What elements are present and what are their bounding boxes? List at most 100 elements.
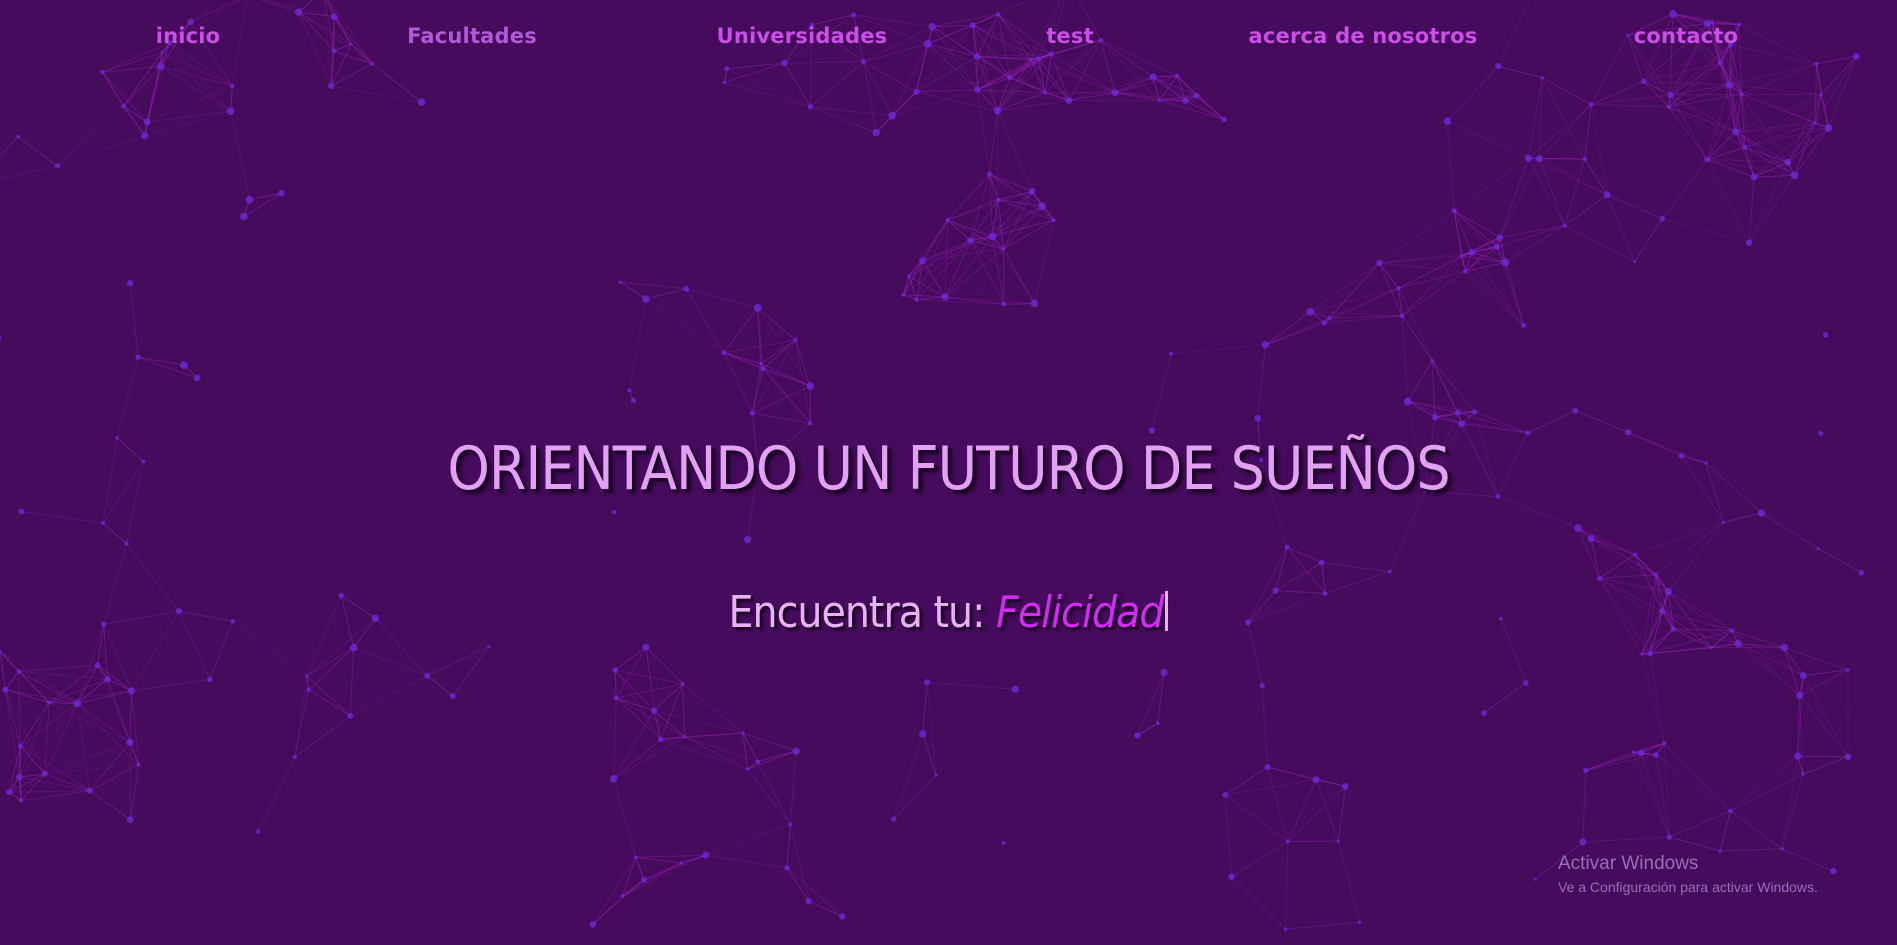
network-line xyxy=(306,617,376,677)
network-node xyxy=(589,921,596,928)
network-line xyxy=(0,165,58,180)
network-node xyxy=(1624,429,1632,436)
network-node xyxy=(1796,691,1804,699)
network-node xyxy=(839,913,846,920)
network-line xyxy=(645,647,662,740)
network-node xyxy=(612,510,617,515)
network-line xyxy=(660,732,744,740)
network-node xyxy=(901,292,906,297)
network-node xyxy=(941,293,949,301)
network-line xyxy=(1329,262,1380,319)
network-line xyxy=(89,790,131,821)
network-line xyxy=(21,511,104,524)
network-line xyxy=(681,854,706,864)
network-node xyxy=(1816,547,1820,551)
network-node xyxy=(1632,552,1637,557)
network-line xyxy=(1527,104,1592,159)
network-node xyxy=(1312,776,1320,783)
network-node xyxy=(306,687,311,692)
network-node xyxy=(633,855,638,860)
network-node xyxy=(124,541,129,546)
network-line xyxy=(614,646,647,671)
network-line xyxy=(1669,810,1731,838)
network-line xyxy=(144,110,231,137)
network-node xyxy=(754,463,762,470)
network-line xyxy=(613,739,662,780)
network-line xyxy=(306,647,354,677)
network-node xyxy=(642,643,650,651)
nav-link-test[interactable]: test xyxy=(1046,24,1094,48)
network-node xyxy=(1455,409,1461,416)
network-node xyxy=(1790,171,1799,180)
network-node xyxy=(1155,721,1160,725)
network-node xyxy=(1493,243,1500,250)
network-node xyxy=(1499,616,1503,621)
network-line xyxy=(1497,496,1579,529)
network-node xyxy=(207,676,213,683)
network-line xyxy=(1500,618,1527,684)
network-node xyxy=(1388,569,1392,574)
network-line xyxy=(1003,205,1043,250)
network-line xyxy=(1315,779,1339,842)
network-node xyxy=(805,898,812,905)
network-line xyxy=(1151,353,1172,431)
network-line xyxy=(129,764,139,820)
network-line xyxy=(1575,410,1629,433)
network-node xyxy=(657,736,664,743)
network-line xyxy=(230,110,250,200)
nav-link-inicio[interactable]: inicio xyxy=(156,24,221,48)
network-line xyxy=(757,422,811,468)
network-line xyxy=(1499,157,1529,238)
network-line xyxy=(705,854,788,869)
nav-link-contacto[interactable]: contacto xyxy=(1634,24,1739,48)
network-node xyxy=(1731,128,1740,136)
windows-activation-watermark: Activar Windows Ve a Configuración para … xyxy=(1558,853,1818,895)
network-line xyxy=(684,736,748,770)
network-line xyxy=(1527,157,1566,226)
network-line xyxy=(1257,344,1266,419)
network-line xyxy=(294,689,310,758)
network-node xyxy=(1261,341,1270,349)
network-node xyxy=(141,459,146,464)
top-navigation: inicio Facultades Universidades test ace… xyxy=(0,0,1897,76)
network-node xyxy=(683,285,690,292)
network-node xyxy=(1221,117,1227,123)
network-node xyxy=(1844,753,1852,760)
network-line xyxy=(17,136,58,167)
network-line xyxy=(1680,455,1725,523)
network-line xyxy=(629,299,647,391)
network-line xyxy=(682,683,686,737)
network-line xyxy=(349,647,355,716)
network-node xyxy=(702,851,710,859)
network-node xyxy=(1028,187,1036,195)
nav-link-facultades[interactable]: Facultades xyxy=(407,24,537,48)
network-node xyxy=(180,361,188,370)
network-node xyxy=(807,104,814,110)
network-node xyxy=(1579,838,1587,846)
network-line xyxy=(786,824,791,868)
network-node xyxy=(1111,89,1119,97)
network-node xyxy=(1169,351,1174,356)
network-node xyxy=(1745,239,1753,246)
network-node xyxy=(1327,316,1332,321)
network-line xyxy=(341,594,376,619)
network-node xyxy=(1824,124,1833,132)
network-line xyxy=(997,100,1070,112)
nav-link-universidades[interactable]: Universidades xyxy=(717,24,888,48)
network-line xyxy=(1453,210,1498,248)
network-line xyxy=(306,675,351,717)
nav-link-acerca-de-nosotros[interactable]: acerca de nosotros xyxy=(1249,24,1478,48)
network-node xyxy=(1664,588,1672,596)
network-line xyxy=(1287,779,1317,842)
network-node xyxy=(1468,249,1476,256)
network-node xyxy=(239,212,248,221)
network-line xyxy=(0,651,6,690)
network-node xyxy=(1051,218,1056,223)
network-line xyxy=(57,105,124,167)
network-line xyxy=(116,357,139,439)
network-node xyxy=(1043,91,1047,95)
network-line xyxy=(1265,311,1311,346)
network-line xyxy=(1753,161,1789,178)
network-line xyxy=(18,664,98,672)
network-node xyxy=(1739,92,1744,97)
